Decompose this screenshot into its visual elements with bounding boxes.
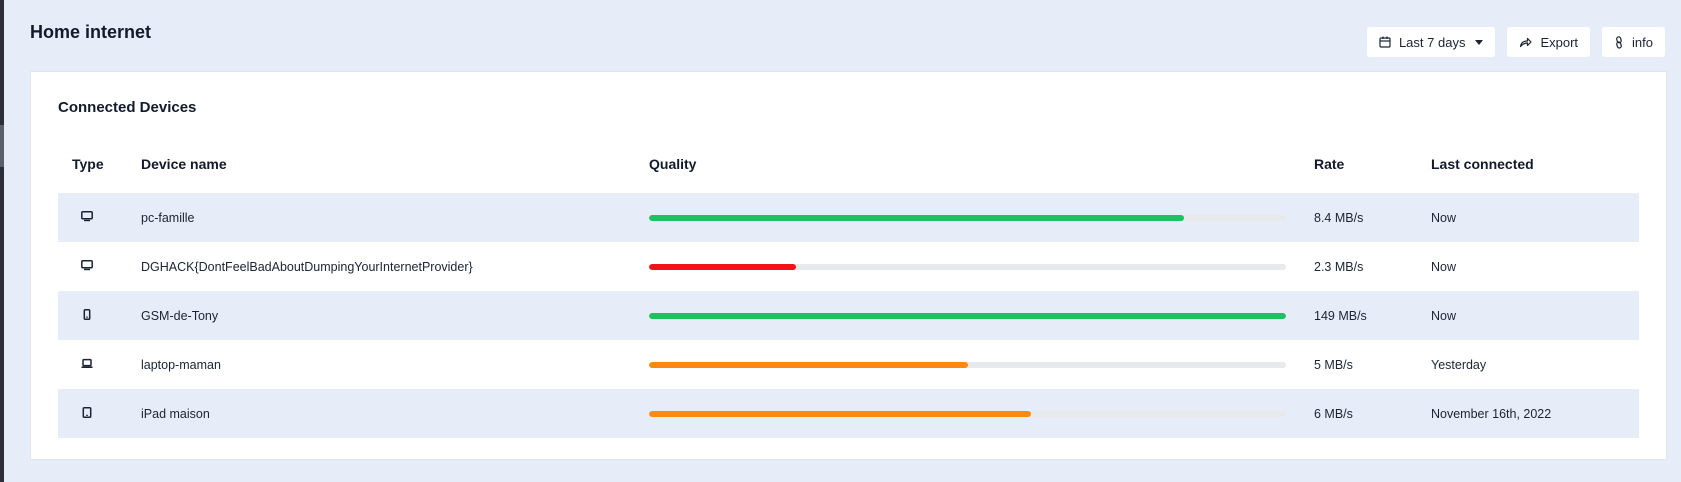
quality-bar-track [649, 361, 1286, 368]
table-row[interactable]: iPad maison 6 MB/s November 16th, 2022 [58, 389, 1639, 438]
quality-cell [649, 214, 1314, 221]
page-title: Home internet [30, 22, 152, 42]
column-header-device-name: Device name [141, 156, 227, 172]
date-range-dropdown[interactable]: Last 7 days [1366, 27, 1496, 57]
device-type-cell [58, 210, 141, 225]
devices-table: Type Device name Quality Rate Last conne… [58, 151, 1639, 438]
device-name: laptop-maman [141, 357, 221, 372]
device-rate: 6 MB/s [1314, 406, 1353, 421]
quality-bar-fill [649, 361, 968, 368]
app-frame: Home internet Last 7 days Export info Co… [0, 0, 1681, 482]
info-button[interactable]: info [1602, 27, 1665, 57]
chevron-down-icon [1475, 39, 1484, 45]
laptop-icon [81, 358, 93, 372]
connected-devices-card: Connected Devices Type Device name Quali… [30, 71, 1667, 460]
desktop-icon [81, 210, 93, 225]
left-edge-marker [0, 125, 4, 167]
quality-cell [649, 410, 1314, 417]
device-last-connected: Yesterday [1431, 357, 1487, 372]
device-type-cell [58, 358, 141, 372]
device-last-connected: November 16th, 2022 [1431, 406, 1552, 421]
quality-bar-fill [649, 410, 1032, 417]
share-icon [1519, 36, 1533, 48]
quality-cell [649, 312, 1314, 319]
calendar-icon [1379, 36, 1391, 48]
device-rate: 8.4 MB/s [1314, 210, 1364, 225]
device-type-cell [58, 406, 141, 421]
device-name: DGHACK{DontFeelBadAboutDumpingYourIntern… [141, 259, 473, 274]
quality-cell [649, 361, 1314, 368]
table-row[interactable]: laptop-maman 5 MB/s Yesterday [58, 340, 1639, 389]
phone-icon [81, 308, 93, 323]
quality-bar-fill [649, 263, 796, 270]
date-range-label: Last 7 days [1398, 34, 1466, 50]
device-rate: 149 MB/s [1314, 308, 1367, 323]
quality-bar-track [649, 312, 1286, 319]
column-header-quality: Quality [649, 156, 697, 172]
device-rate: 5 MB/s [1314, 357, 1353, 372]
quality-bar-fill [649, 312, 1286, 319]
table-body: pc-famille 8.4 MB/s Now DGHACK{DontFeelB… [58, 193, 1639, 438]
table-row[interactable]: DGHACK{DontFeelBadAboutDumpingYourIntern… [58, 242, 1639, 291]
device-rate: 2.3 MB/s [1314, 259, 1364, 274]
device-last-connected: Now [1431, 259, 1457, 274]
device-last-connected: Now [1431, 210, 1457, 225]
quality-bar-track [649, 214, 1286, 221]
quality-bar-track [649, 263, 1286, 270]
table-header: Type Device name Quality Rate Last conne… [58, 151, 1639, 177]
export-label: Export [1540, 34, 1579, 50]
column-header-type: Type [72, 156, 104, 172]
device-type-cell [58, 259, 141, 274]
quality-bar-fill [649, 214, 1185, 221]
desktop-icon [81, 259, 93, 274]
info-label: info [1632, 34, 1653, 50]
quality-bar-track [649, 410, 1286, 417]
device-last-connected: Now [1431, 308, 1457, 323]
device-type-cell [58, 308, 141, 323]
export-button[interactable]: Export [1507, 27, 1591, 57]
column-header-rate: Rate [1314, 156, 1345, 172]
left-window-edge [0, 0, 4, 482]
table-row[interactable]: GSM-de-Tony 149 MB/s Now [58, 291, 1639, 340]
tablet-icon [81, 406, 93, 421]
link-icon [1614, 35, 1624, 49]
toolbar: Last 7 days Export info [1366, 27, 1665, 57]
device-name: GSM-de-Tony [141, 308, 219, 323]
device-name: iPad maison [141, 406, 210, 421]
quality-cell [649, 263, 1314, 270]
card-title: Connected Devices [58, 99, 197, 116]
table-row[interactable]: pc-famille 8.4 MB/s Now [58, 193, 1639, 242]
device-name: pc-famille [141, 210, 195, 225]
column-header-last-connected: Last connected [1431, 156, 1534, 172]
